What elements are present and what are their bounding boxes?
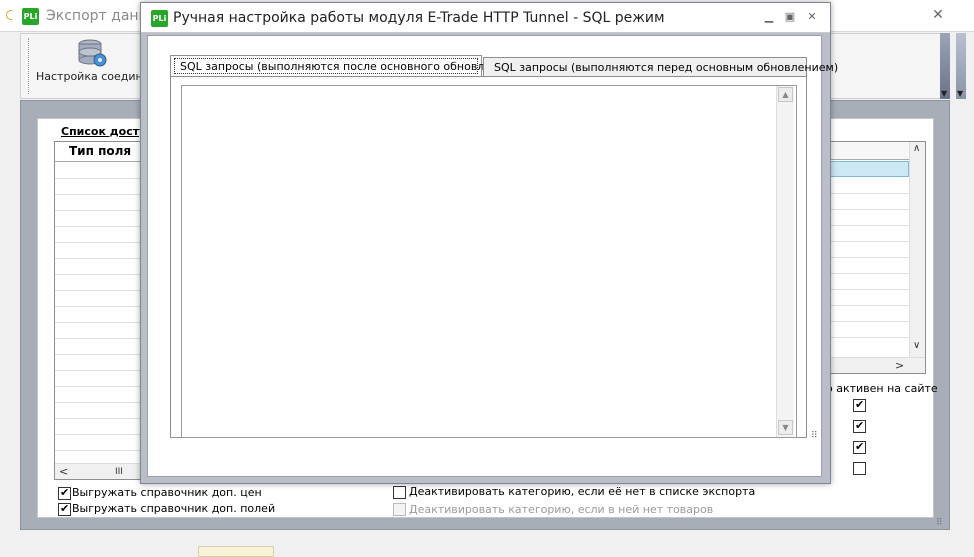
dialog-titlebar[interactable]: PLi Ручная настройка работы модуля E-Tra… — [141, 3, 830, 33]
export-price-lists-checkbox[interactable] — [58, 486, 71, 500]
right-grid-vscroll[interactable]: ∧ ∨ — [909, 142, 925, 357]
orange-edge-icon — [6, 10, 12, 20]
database-gear-icon — [78, 39, 107, 67]
deactivate-empty-checkbox — [393, 503, 406, 516]
active-on-site-label: о активен на сайте — [826, 382, 938, 395]
tab-focus-rect: SQL запросы (выполняются после основного… — [174, 58, 516, 74]
tab-sql-before-label: SQL запросы (выполняются перед основным … — [494, 61, 839, 74]
scroll-down-icon[interactable]: ▼ — [778, 420, 793, 435]
chevron-up-icon[interactable]: ∧ — [913, 143, 920, 154]
fields-grid[interactable]: Тип поля — [54, 141, 145, 480]
ribbon-scroll-1[interactable]: ▼ — [940, 33, 950, 99]
active-checkbox-2[interactable] — [853, 419, 866, 433]
scroll-up-icon[interactable]: ▲ — [778, 87, 793, 102]
close-icon[interactable]: ✕ — [930, 7, 946, 23]
status-cell — [198, 546, 274, 557]
right-grid-header — [829, 142, 909, 160]
tab-panel: ▲ ▼ — [170, 76, 807, 438]
export-extra-fields-checkbox[interactable] — [58, 502, 71, 516]
sql-query-input[interactable] — [181, 85, 797, 438]
active-checkbox-4[interactable] — [853, 462, 866, 475]
active-checkbox-3[interactable] — [853, 440, 866, 454]
right-grid-hscroll[interactable]: > — [829, 357, 925, 373]
restore-icon[interactable]: ▣ — [782, 10, 798, 24]
dialog-resize-grip-icon[interactable]: ⠿ — [811, 431, 818, 441]
minimize-icon[interactable]: ▁ — [761, 10, 777, 24]
resize-grip-icon[interactable]: ⠿ — [936, 518, 943, 528]
right-grid[interactable]: ∧ ∨ > — [828, 141, 926, 374]
dialog-content: SQL запросы (выполняются после основного… — [147, 35, 838, 477]
chevron-down-icon[interactable]: ∨ — [913, 340, 920, 351]
deactivate-empty-label: Деактивировать категорию, если в ней нет… — [409, 503, 714, 516]
tab-sql-before[interactable]: SQL запросы (выполняются перед основным … — [483, 57, 838, 77]
close-icon[interactable]: ✕ — [804, 10, 820, 24]
sql-settings-dialog: PLi Ручная настройка работы модуля E-Tra… — [140, 2, 838, 484]
ribbon-scroll-2[interactable]: ▼ — [956, 33, 966, 99]
dialog-title: Ручная настройка работы модуля E-Trade H… — [173, 10, 665, 26]
connection-settings-label: Настройка соедине — [36, 70, 150, 83]
dialog-logo-icon: PLi — [151, 10, 168, 27]
deactivate-not-in-export-label: Деактивировать категорию, если её нет в … — [409, 485, 756, 498]
tab-sql-after-label: SQL запросы (выполняются после основного… — [180, 60, 517, 73]
ribbon-grip — [28, 38, 30, 94]
export-price-lists-label: Выгружать справочник доп. цен — [72, 486, 262, 499]
active-checkbox-1[interactable] — [853, 398, 866, 412]
deactivate-not-in-export-checkbox[interactable] — [393, 486, 406, 499]
status-bar — [0, 543, 974, 557]
export-extra-fields-label: Выгружать справочник доп. полей — [72, 502, 276, 515]
fields-grid-hscroll[interactable]: < III — [55, 463, 144, 479]
scroll-left-icon[interactable]: < — [59, 465, 68, 478]
available-list-title: Список досту — [61, 125, 147, 138]
scroll-right-icon[interactable]: > — [895, 359, 904, 372]
field-type-header[interactable]: Тип поля — [69, 144, 131, 158]
sql-vscroll[interactable]: ▲ ▼ — [776, 86, 794, 437]
connection-settings-button[interactable]: Настройка соедине — [32, 36, 149, 92]
tab-sql-after[interactable]: SQL запросы (выполняются после основного… — [170, 55, 516, 76]
grid-header: Тип поля — [55, 142, 145, 162]
selected-row[interactable] — [829, 161, 909, 177]
app-logo-icon: PLi — [22, 8, 39, 25]
